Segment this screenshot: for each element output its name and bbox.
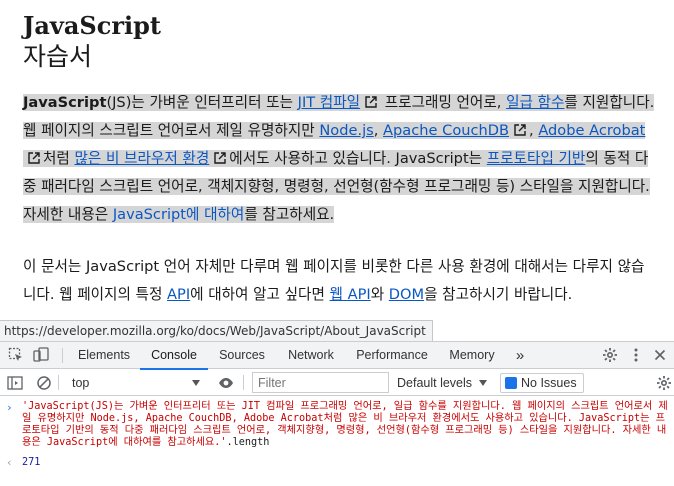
page-title: JavaScript xyxy=(23,11,161,40)
toolbar-separator xyxy=(243,375,244,390)
sidebar-toggle-icon[interactable] xyxy=(7,375,23,391)
chevron-down-icon xyxy=(479,380,487,386)
issues-button[interactable]: No Issues xyxy=(500,373,584,393)
tab-memory[interactable]: Memory xyxy=(438,342,506,369)
console-output[interactable]: › 'JavaScript(JS)는 가벼운 인터프리터 또는 JIT 컴파일 … xyxy=(0,397,674,486)
link-web-api[interactable]: 웹 API xyxy=(330,286,371,303)
bold-term: JavaScript xyxy=(23,94,107,111)
link-api[interactable]: API xyxy=(167,286,190,303)
settings-gear-icon[interactable] xyxy=(602,347,618,363)
link-status-url: https://developer.mozilla.org/ko/docs/We… xyxy=(0,320,433,342)
link-jit-compile[interactable]: JIT 컴파일 xyxy=(298,94,360,111)
tab-performance[interactable]: Performance xyxy=(346,342,438,369)
log-levels-dropdown[interactable]: Default levels xyxy=(397,373,489,393)
tab-sources[interactable]: Sources xyxy=(208,342,276,369)
tab-console[interactable]: Console xyxy=(140,342,208,370)
more-tabs-button[interactable]: » xyxy=(506,342,534,369)
tab-elements[interactable]: Elements xyxy=(68,342,140,369)
filter-input[interactable] xyxy=(252,372,389,393)
devtools-tabbar: Elements Console Sources Network Perform… xyxy=(0,342,674,370)
clear-console-icon[interactable] xyxy=(36,375,52,391)
link-apache-couchdb[interactable]: Apache CouchDB xyxy=(383,122,509,139)
chevron-down-icon xyxy=(192,380,200,386)
link-adobe-acrobat[interactable]: Adobe Acrobat xyxy=(538,122,645,139)
console-input-line: 'JavaScript(JS)는 가벼운 인터프리터 또는 JIT 컴파일 프로… xyxy=(22,401,670,449)
external-link-icon xyxy=(28,152,40,164)
external-link-icon xyxy=(214,152,226,164)
selected-text[interactable]: JavaScript(JS)는 가벼운 인터프리터 또는 JIT 컴파일 프로그… xyxy=(23,94,655,223)
tab-separator xyxy=(62,348,63,363)
link-about-javascript[interactable]: JavaScript에 대하여 xyxy=(113,206,245,223)
execution-context-select[interactable]: top xyxy=(66,373,206,393)
inspect-element-icon[interactable] xyxy=(8,347,24,363)
external-link-icon xyxy=(514,124,526,136)
devtools-panel: Elements Console Sources Network Perform… xyxy=(0,341,674,486)
toolbar-separator xyxy=(58,375,59,390)
console-input-suffix: .length xyxy=(226,437,270,448)
console-toolbar: top Default levels No Issues xyxy=(0,370,674,396)
link-non-browser-environments[interactable]: 많은 비 브라우저 환경 xyxy=(75,150,210,167)
console-settings-gear-icon[interactable] xyxy=(656,375,672,391)
result-prompt-icon: ‹ xyxy=(6,456,13,469)
device-toolbar-icon[interactable] xyxy=(33,347,49,363)
page-subtitle: 자습서 xyxy=(23,42,93,71)
input-prompt-icon: › xyxy=(6,401,13,414)
issues-badge-icon xyxy=(505,377,517,389)
close-devtools-icon[interactable] xyxy=(652,347,668,363)
page-content: JavaScript 자습서 JavaScript(JS)는 가벼운 인터프리터… xyxy=(0,0,674,346)
intro-paragraph: JavaScript(JS)는 가벼운 인터프리터 또는 JIT 컴파일 프로그… xyxy=(23,89,657,229)
link-nodejs[interactable]: Node.js xyxy=(319,122,373,139)
console-result: 271 xyxy=(22,457,41,468)
link-first-class-function[interactable]: 일급 함수 xyxy=(506,94,564,111)
link-dom[interactable]: DOM xyxy=(389,286,424,303)
scope-paragraph: 이 문서는 JavaScript 언어 자체만 다루며 웹 페이지를 비롯한 다… xyxy=(23,258,645,303)
eye-icon[interactable] xyxy=(218,375,234,391)
tab-network[interactable]: Network xyxy=(276,342,346,369)
link-prototype-based[interactable]: 프로토타입 기반 xyxy=(487,150,586,167)
console-input-string: 'JavaScript(JS)는 가벼운 인터프리터 또는 JIT 컴파일 프로… xyxy=(22,401,668,448)
more-options-icon[interactable] xyxy=(628,347,644,363)
external-link-icon xyxy=(365,96,377,108)
